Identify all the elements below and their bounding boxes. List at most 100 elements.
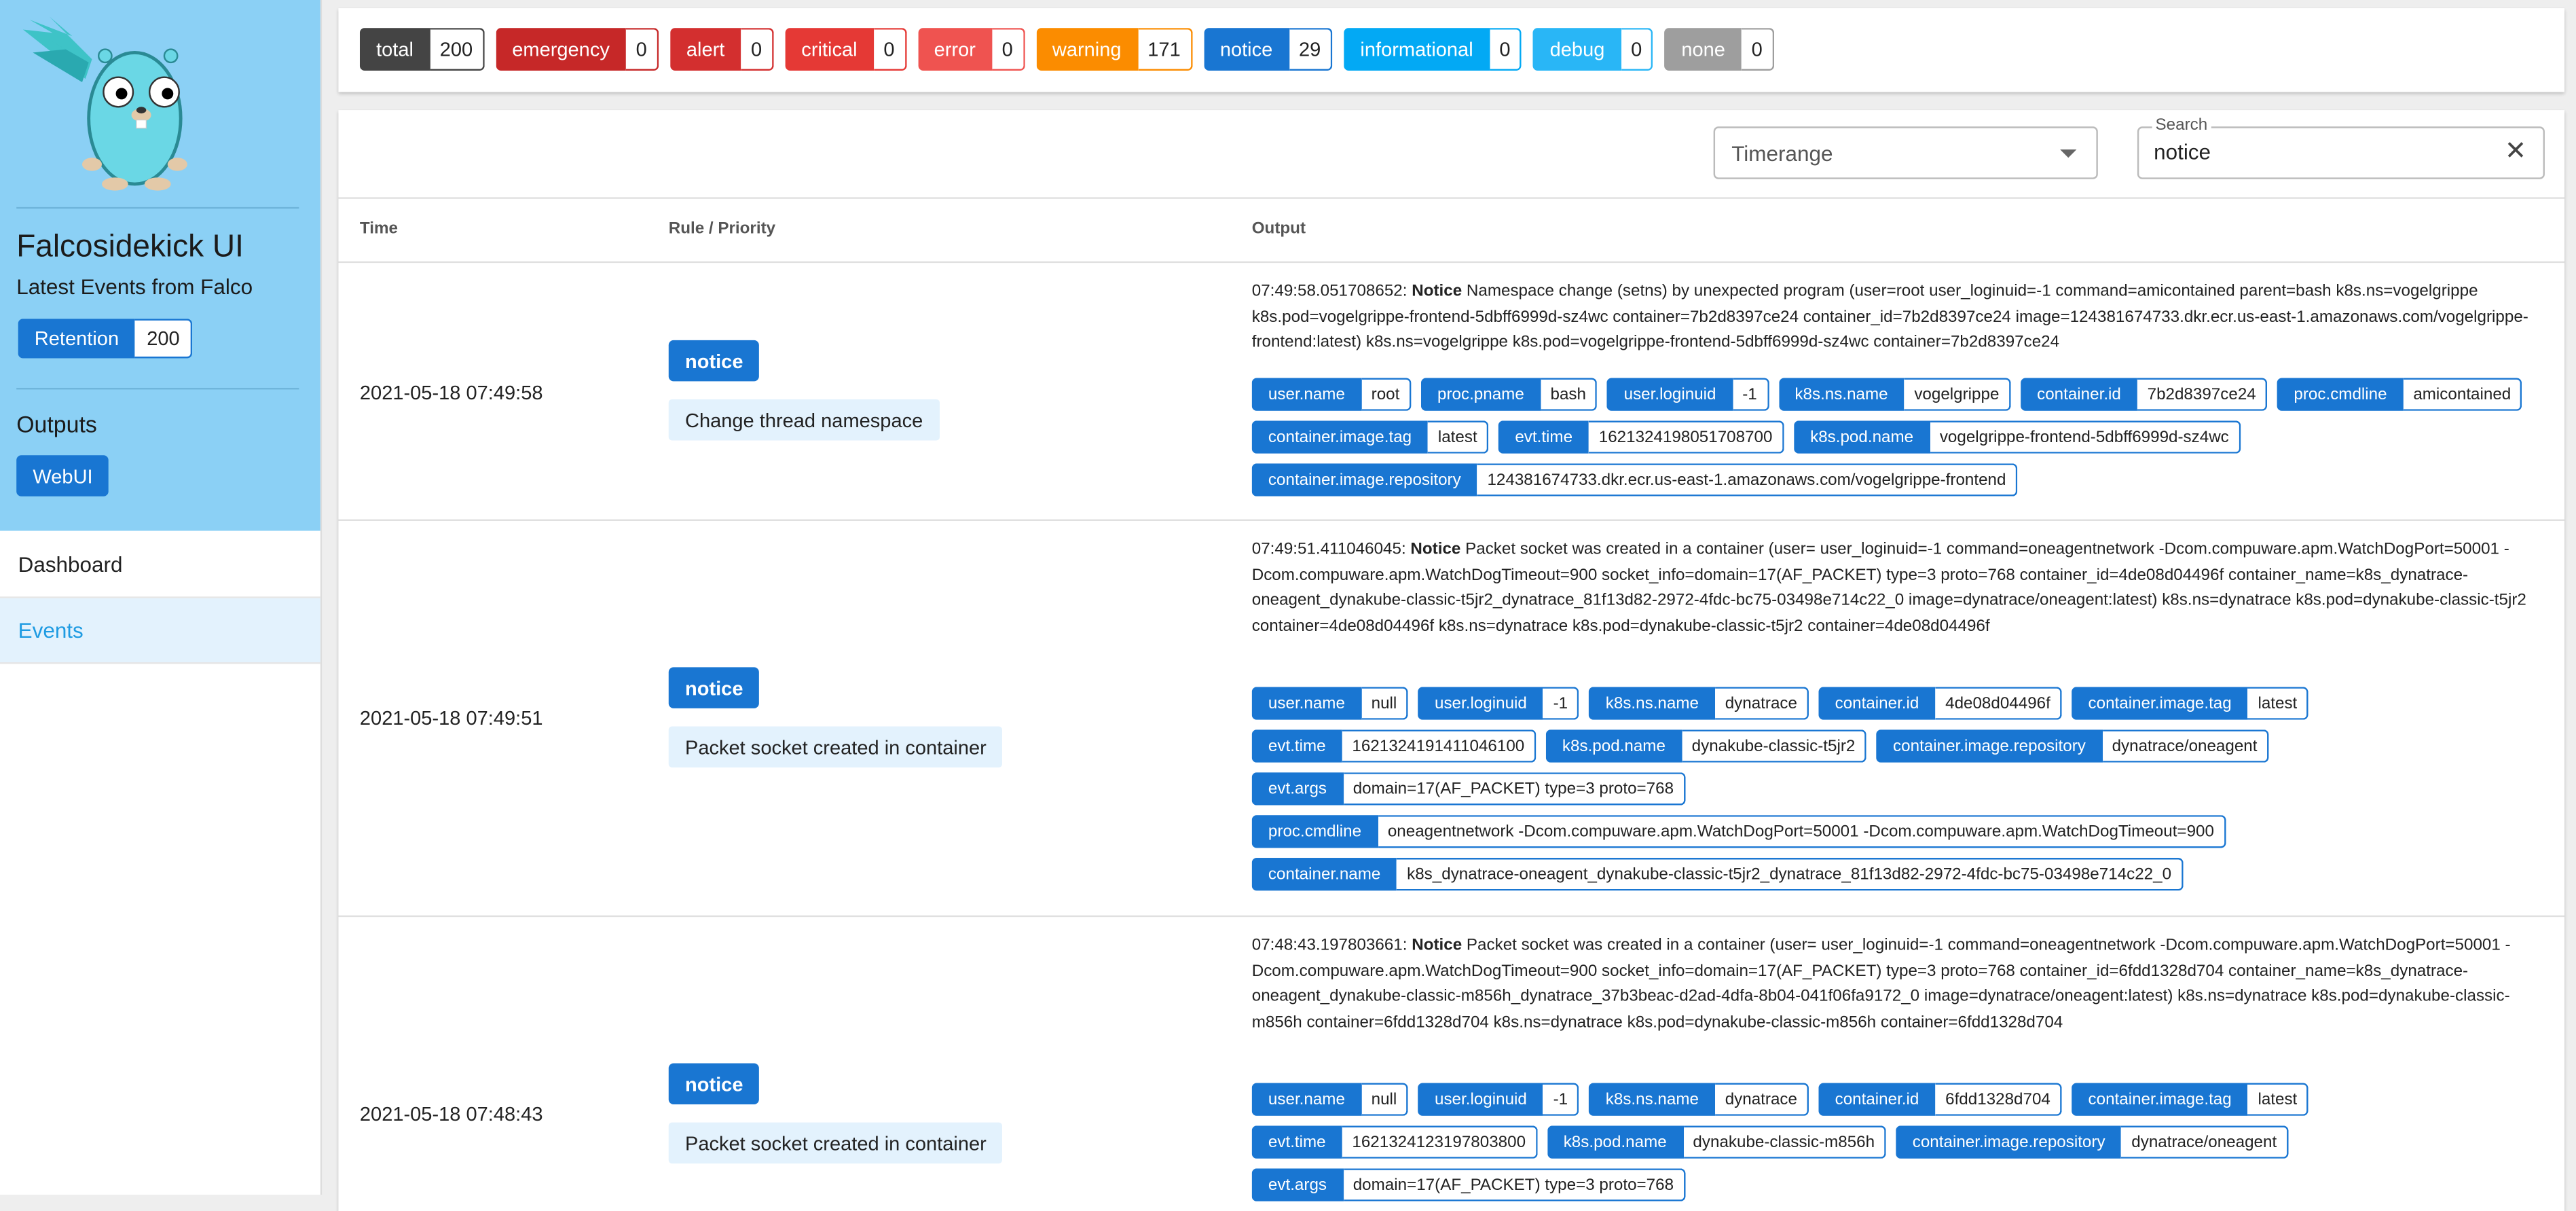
counter-error[interactable]: error 0 [917,28,1025,71]
field-value: dynakube-classic-m856h [1682,1125,1887,1159]
events-card: Timerange Search notice ✕ Time Rule / Pr… [338,110,2564,1211]
field-key: container.id [1818,1083,1936,1116]
field-value: 124381674733.dkr.ecr.us-east-1.amazonaws… [1477,463,2018,496]
counter-debug[interactable]: debug 0 [1533,28,1654,71]
counter-alert[interactable]: alert 0 [669,28,774,71]
field-chip: evt.time 1621324123197803800 [1251,1125,1537,1159]
output-level: Notice [1410,541,1461,559]
divider [16,206,299,209]
field-value: 7b2d8397ce24 [2137,378,2268,411]
field-chip: user.name null [1251,1083,1409,1116]
counter-label: none [1665,28,1742,71]
field-value: domain=17(AF_PACKET) type=3 proto=768 [1343,1168,1686,1201]
sidebar: Falcosidekick UI Latest Events from Falc… [0,0,323,1195]
counter-label: error [917,28,993,71]
field-key: proc.pname [1420,378,1541,411]
field-chip: container.name k8s_dynatrace-oneagent_dyn… [1251,858,2183,891]
field-chip: container.image.repository dynatrace/onea… [1896,1125,2289,1159]
sidebar-header: Falcosidekick UI Latest Events from Falc… [0,0,320,531]
table-row[interactable]: 2021-05-18 07:49:51 notice Packet socket… [338,521,2564,918]
column-header-output[interactable]: Output [1252,220,1306,238]
event-output: 07:49:51.411046045: Notice Packet socket… [1252,537,2541,639]
priority-counters-bar: total 200 emergency 0 alert 0 critical 0 error 0 w… [338,8,2564,92]
field-key: container.image.repository [1251,463,1477,496]
search-label: Search [2152,116,2211,135]
field-value: amicontained [2403,378,2523,411]
counter-value: 0 [1621,28,1654,71]
field-key: evt.args [1251,772,1344,806]
field-chip: user.name null [1251,687,1409,720]
field-chip: container.image.tag latest [2072,1083,2309,1116]
field-key: user.loginuid [1418,1083,1544,1116]
counter-none[interactable]: none 0 [1665,28,1774,71]
field-value: 1621324191411046100 [1342,729,1537,763]
event-time: 2021-05-18 07:49:58 [359,381,543,405]
field-value: dynakube-classic-t5jr2 [1682,729,1867,763]
field-value: 4de08d04496f [1935,687,2062,720]
counter-label: emergency [496,28,627,71]
event-time: 2021-05-18 07:48:43 [359,1102,543,1126]
nav-events[interactable]: Events [0,598,320,664]
field-key: proc.cmdline [2277,378,2404,411]
field-value: dynatrace [1715,1083,1809,1116]
output-timestamp: 07:48:43.197803661: [1251,937,1407,955]
counter-value: 0 [873,28,906,71]
counter-total[interactable]: total 200 [359,28,485,71]
field-value: k8s_dynatrace-oneagent_dynakube-classic-… [1397,858,2183,891]
field-value: root [1361,378,1412,411]
outputs-label: Outputs [16,410,97,437]
field-chip: k8s.pod.name dynakube-classic-t5jr2 [1545,729,1867,763]
column-header-time[interactable]: Time [360,220,398,238]
counter-value: 29 [1289,28,1333,71]
field-key: k8s.pod.name [1547,1125,1683,1159]
field-chip: proc.pname bash [1420,378,1598,411]
field-chip: k8s.ns.name vogelgrippe [1778,378,2011,411]
counter-notice[interactable]: notice 29 [1203,28,1333,71]
field-chip: user.loginuid -1 [1418,1083,1580,1116]
field-value: oneagentnetwork -Dcom.compuware.apm.Watc… [1378,815,2226,848]
field-chip: container.id 4de08d04496f [1818,687,2062,720]
clear-icon[interactable]: ✕ [2505,138,2526,168]
counter-value: 0 [1489,28,1522,71]
output-fields: user.name null user.loginuid -1 k8s.ns.name d… [1251,1083,2541,1201]
counter-emergency[interactable]: emergency 0 [496,28,659,71]
table-row[interactable]: 2021-05-18 07:49:58 notice Change thread… [338,263,2564,522]
event-time: 2021-05-18 07:49:51 [359,706,543,730]
field-chip: evt.time 1621324191411046100 [1251,729,1537,763]
counter-value: 171 [1137,28,1192,71]
field-value: vogelgrippe [1904,378,2011,411]
counter-critical[interactable]: critical 0 [785,28,906,71]
search-input[interactable]: notice [2154,140,2211,164]
search-field[interactable]: Search notice ✕ [2137,116,2545,179]
retention-value: 200 [135,319,194,359]
field-key: evt.time [1251,729,1342,763]
field-chip: evt.time 1621324198051708700 [1498,420,1784,454]
field-chip: user.name root [1251,378,1412,411]
table-row[interactable]: 2021-05-18 07:48:43 notice Packet socket… [338,917,2564,1211]
counter-label: warning [1035,28,1138,71]
field-chip: container.id 7b2d8397ce24 [2020,378,2268,411]
column-header-rule[interactable]: Rule / Priority [669,220,775,238]
field-value: -1 [1543,687,1580,720]
output-fields: user.name null user.loginuid -1 k8s.ns.name d… [1251,687,2541,891]
field-key: user.name [1251,378,1362,411]
field-value: domain=17(AF_PACKET) type=3 proto=768 [1343,772,1686,806]
field-key: user.name [1251,687,1362,720]
counter-label: informational [1344,28,1490,71]
field-key: k8s.ns.name [1589,1083,1716,1116]
webui-button[interactable]: WebUI [16,455,109,496]
counter-warning[interactable]: warning 171 [1035,28,1192,71]
output-timestamp: 07:49:51.411046045: [1251,541,1406,559]
divider [16,388,299,390]
field-key: user.loginuid [1607,378,1733,411]
field-value: null [1361,687,1409,720]
output-level: Notice [1412,937,1462,955]
field-chip: container.image.tag latest [1251,420,1489,454]
output-timestamp: 07:49:58.051708652: [1251,283,1407,301]
gopher-logo [22,16,187,191]
field-value: 6fdd1328d704 [1935,1083,2062,1116]
nav-dashboard[interactable]: Dashboard [0,532,320,598]
app-title: Falcosidekick UI [16,230,244,265]
counter-informational[interactable]: informational 0 [1344,28,1522,71]
timerange-select[interactable]: Timerange [1713,126,2098,179]
